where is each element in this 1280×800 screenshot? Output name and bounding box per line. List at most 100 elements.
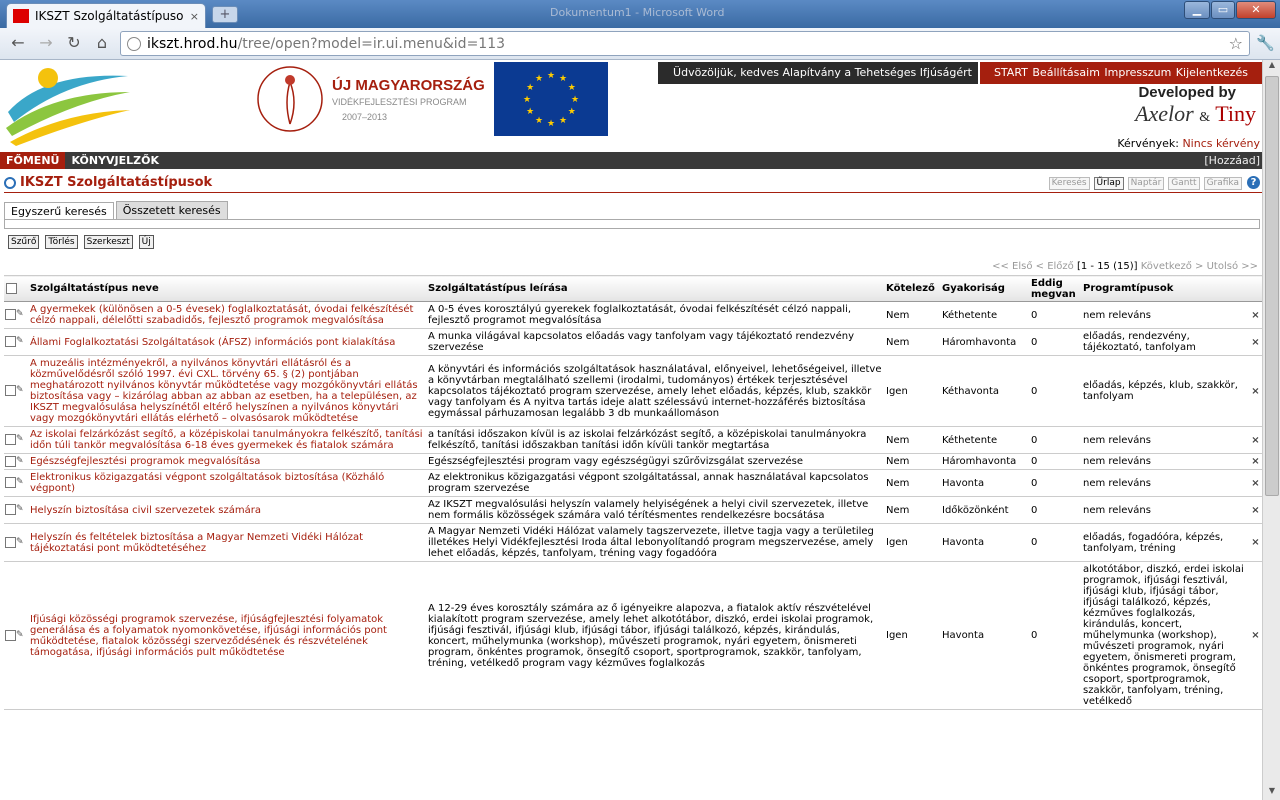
cell-name[interactable]: Az iskolai felzárkózást segítő, a középi… (28, 426, 426, 454)
window-minimize-button[interactable]: ▁ (1184, 1, 1210, 19)
delete-icon[interactable]: × (1251, 337, 1259, 348)
forward-icon[interactable]: → (34, 32, 58, 54)
table-row[interactable]: ✎ A muzeális intézményekről, a nyilvános … (4, 355, 1262, 427)
row-delete-cell[interactable]: × (1249, 328, 1262, 356)
row-select-cell[interactable]: ✎ (4, 523, 28, 562)
edit-icon[interactable]: ✎ (16, 537, 24, 548)
row-select-cell[interactable]: ✎ (4, 301, 28, 329)
delete-icon[interactable]: × (1251, 386, 1259, 397)
menu-main[interactable]: FŐMENÜ (0, 152, 66, 169)
column-header[interactable]: Szolgáltatástípus neve (28, 275, 426, 302)
edit-icon[interactable]: ✎ (16, 309, 24, 320)
row-delete-cell[interactable]: × (1249, 523, 1262, 562)
reload-icon[interactable]: ↻ (62, 32, 86, 54)
menu-bookmarks[interactable]: KÖNYVJELZŐK (65, 152, 165, 169)
delete-icon[interactable]: × (1251, 456, 1259, 467)
table-row[interactable]: ✎ Állami Foglalkoztatási Szolgáltatások (… (4, 328, 1262, 356)
new-button[interactable]: Új (138, 235, 154, 249)
back-icon[interactable]: ← (6, 32, 30, 54)
row-select-cell[interactable]: ✎ (4, 328, 28, 356)
top-menu-links[interactable]: START Beállításaim Impresszum Kijelentke… (980, 62, 1262, 84)
filter-button[interactable]: Szűrő (8, 235, 40, 249)
cell-name[interactable]: Ifjúsági közösségi programok szervezése,… (28, 561, 426, 710)
edit-icon[interactable]: ✎ (16, 630, 24, 641)
tab-simple-search[interactable]: Egyszerű keresés (4, 202, 114, 220)
add-bookmark-link[interactable]: [Hozzáad] (1198, 152, 1262, 169)
row-checkbox[interactable] (5, 629, 16, 641)
pager-prev[interactable]: < Előző (1036, 261, 1074, 272)
table-row[interactable]: ✎ Helyszín és feltételek biztosítása a Ma… (4, 523, 1262, 562)
row-checkbox[interactable] (5, 455, 16, 467)
delete-icon[interactable]: × (1251, 435, 1259, 446)
select-all-header[interactable] (4, 275, 28, 302)
column-header[interactable]: Programtípusok (1081, 275, 1249, 302)
table-row[interactable]: ✎ Egészségfejlesztési programok megvalósí… (4, 453, 1262, 470)
row-delete-cell[interactable]: × (1249, 561, 1262, 710)
row-select-cell[interactable]: ✎ (4, 355, 28, 427)
view-search-button[interactable]: Keresés (1048, 177, 1090, 190)
edit-icon[interactable]: ✎ (16, 336, 24, 347)
edit-button[interactable]: Szerkeszt (83, 235, 133, 249)
table-row[interactable]: ✎ A gyermekek (különösen a 0-5 évesek) fo… (4, 301, 1262, 329)
window-maximize-button[interactable]: ▭ (1211, 1, 1235, 19)
new-tab-button[interactable]: + (212, 6, 238, 23)
edit-icon[interactable]: ✎ (16, 477, 24, 488)
home-icon[interactable]: ⌂ (90, 32, 114, 54)
tab-advanced-search[interactable]: Összetett keresés (115, 201, 228, 219)
pager-first[interactable]: << Első (992, 261, 1032, 272)
row-delete-cell[interactable]: × (1249, 469, 1262, 497)
scroll-down-icon[interactable]: ▼ (1263, 786, 1280, 800)
table-row[interactable]: ✎ Helyszín biztosítása civil szervezetek … (4, 496, 1262, 524)
delete-icon[interactable]: × (1251, 630, 1259, 641)
pager-next[interactable]: Következő > (1141, 261, 1204, 272)
edit-icon[interactable]: ✎ (16, 434, 24, 445)
delete-icon[interactable]: × (1251, 537, 1259, 548)
requests-link[interactable]: Nincs kérvény (1182, 137, 1260, 150)
edit-icon[interactable]: ✎ (16, 385, 24, 396)
row-checkbox[interactable] (5, 504, 16, 516)
view-calendar-button[interactable]: Naptár (1127, 177, 1165, 190)
row-select-cell[interactable]: ✎ (4, 561, 28, 710)
row-checkbox[interactable] (5, 385, 16, 397)
pager-last[interactable]: Utolsó >> (1207, 261, 1258, 272)
column-header[interactable]: Kötelező (884, 275, 940, 302)
view-form-button[interactable]: Űrlap (1093, 177, 1124, 190)
column-header[interactable]: Eddig megvan (1029, 275, 1081, 302)
edit-icon[interactable]: ✎ (16, 456, 24, 467)
tab-close-icon[interactable]: × (190, 10, 199, 23)
row-select-cell[interactable]: ✎ (4, 496, 28, 524)
cell-name[interactable]: Állami Foglalkoztatási Szolgáltatások (Á… (28, 328, 426, 356)
view-graph-button[interactable]: Grafika (1203, 177, 1242, 190)
cell-name[interactable]: Helyszín biztosítása civil szervezetek s… (28, 496, 426, 524)
select-all-checkbox[interactable] (6, 282, 17, 294)
delete-icon[interactable]: × (1251, 478, 1259, 489)
delete-icon[interactable]: × (1251, 505, 1259, 516)
browser-tab-active[interactable]: IKSZT Szolgáltatástípusok × (6, 3, 206, 28)
bookmark-star-icon[interactable]: ☆ (1229, 34, 1243, 53)
cell-name[interactable]: A gyermekek (különösen a 0-5 évesek) fog… (28, 301, 426, 329)
row-select-cell[interactable]: ✎ (4, 469, 28, 497)
view-gantt-button[interactable]: Gantt (1168, 177, 1200, 190)
address-bar[interactable]: ikszt.hrod.hu/tree/open?model=ir.ui.menu… (120, 31, 1250, 56)
edit-icon[interactable]: ✎ (16, 504, 24, 515)
scrollbar-thumb[interactable] (1265, 76, 1279, 496)
row-delete-cell[interactable]: × (1249, 496, 1262, 524)
row-checkbox[interactable] (5, 309, 16, 321)
row-checkbox[interactable] (5, 336, 16, 348)
scroll-up-icon[interactable]: ▲ (1263, 60, 1280, 74)
row-delete-cell[interactable]: × (1249, 426, 1262, 454)
row-checkbox[interactable] (5, 434, 16, 446)
help-icon[interactable]: ? (1247, 176, 1260, 189)
window-close-button[interactable]: ✕ (1236, 1, 1276, 19)
column-header[interactable]: Szolgáltatástípus leírása (426, 275, 884, 302)
cell-name[interactable]: A muzeális intézményekről, a nyilvános k… (28, 355, 426, 427)
row-checkbox[interactable] (5, 477, 16, 489)
delete-icon[interactable]: × (1251, 310, 1259, 321)
wrench-icon[interactable]: 🔧 (1256, 34, 1275, 52)
cell-name[interactable]: Egészségfejlesztési programok megvalósít… (28, 453, 426, 470)
page-scrollbar[interactable]: ▲ ▼ (1262, 60, 1280, 800)
row-delete-cell[interactable]: × (1249, 453, 1262, 470)
clear-button[interactable]: Törlés (45, 235, 78, 249)
column-header[interactable]: Gyakoriság (940, 275, 1029, 302)
cell-name[interactable]: Helyszín és feltételek biztosítása a Mag… (28, 523, 426, 562)
